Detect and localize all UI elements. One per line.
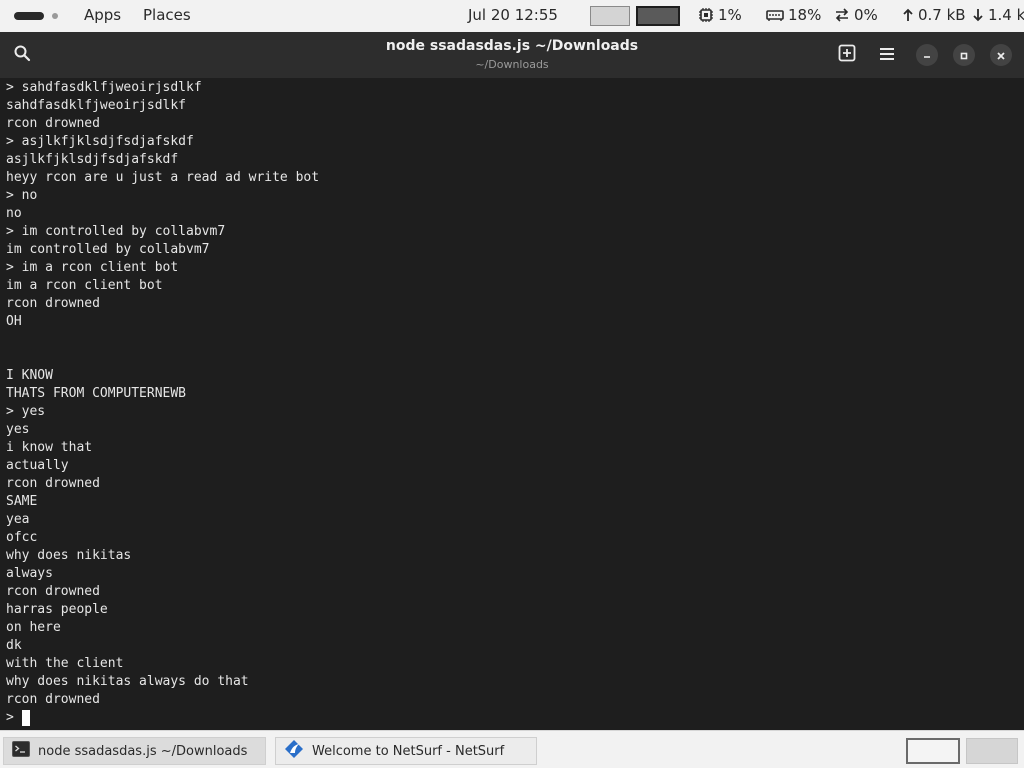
- terminal-output[interactable]: > sahdfasdklfjweoirjsdlkf sahdfasdklfjweo…: [0, 78, 1024, 730]
- places-menu[interactable]: Places: [143, 6, 191, 24]
- memory-monitor[interactable]: 18%: [766, 6, 821, 24]
- terminal-headerbar: node ssadasdas.js ~/Downloads ~/Download…: [0, 32, 1024, 78]
- taskbar-item-netsurf[interactable]: Welcome to NetSurf - NetSurf: [275, 737, 537, 765]
- terminal-line: > im a rcon client bot: [6, 260, 179, 275]
- window-subtitle: ~/Downloads: [475, 58, 549, 71]
- terminal-text: > sahdfasdklfjweoirjsdlkf sahdfasdklfjweo…: [6, 79, 319, 727]
- activities-indicator[interactable]: [14, 12, 58, 20]
- netsurf-icon: [284, 739, 304, 763]
- terminal-line: with the client: [6, 656, 124, 671]
- terminal-line: asjlkfjklsdjfsdjafskdf: [6, 152, 179, 167]
- terminal-line: SAME: [6, 494, 38, 509]
- terminal-line: heyy rcon are u just a read ad write bot: [6, 170, 320, 185]
- cpu-icon: [698, 7, 714, 23]
- terminal-line: > im controlled by collabvm7: [6, 224, 226, 239]
- bottom-taskbar: node ssadasdas.js ~/Downloads Welcome to…: [0, 730, 1024, 768]
- workspace-pager-1[interactable]: [906, 738, 960, 764]
- workspace-dot: [52, 13, 58, 19]
- arrow-up-icon: [902, 7, 914, 23]
- download-value: 1.4 kB: [988, 6, 1024, 24]
- terminal-line: actually: [6, 458, 69, 473]
- new-tab-button[interactable]: [836, 44, 858, 66]
- terminal-line: > no: [6, 188, 38, 203]
- swap-monitor[interactable]: 0%: [834, 6, 878, 24]
- terminal-line: yea: [6, 512, 30, 527]
- terminal-line: > asjlkfjklsdjfsdjafskdf: [6, 134, 194, 149]
- terminal-line: OH: [6, 314, 22, 329]
- minimize-icon: [922, 46, 932, 65]
- cpu-value: 1%: [718, 6, 742, 24]
- new-tab-icon: [838, 44, 856, 66]
- apps-menu[interactable]: Apps: [84, 6, 121, 24]
- terminal-line: rcon drowned: [6, 296, 100, 311]
- workspace-switcher-1[interactable]: [590, 6, 630, 26]
- upload-monitor[interactable]: 0.7 kB: [902, 6, 966, 24]
- terminal-line: > yes: [6, 404, 46, 419]
- terminal-line: > sahdfasdklfjweoirjsdlkf: [6, 80, 202, 95]
- maximize-button[interactable]: [953, 44, 975, 66]
- minimize-button[interactable]: [916, 44, 938, 66]
- maximize-icon: [959, 46, 969, 65]
- terminal-line: no: [6, 206, 22, 221]
- terminal-line: rcon drowned: [6, 692, 100, 707]
- terminal-line: why does nikitas always do that: [6, 674, 249, 689]
- prompt-line[interactable]: >: [6, 709, 319, 727]
- active-workspace-pill: [14, 12, 44, 20]
- upload-value: 0.7 kB: [918, 6, 966, 24]
- terminal-line: I KNOW: [6, 368, 53, 383]
- taskbar-item-label: node ssadasdas.js ~/Downloads: [38, 743, 248, 759]
- taskbar-item-label: Welcome to NetSurf - NetSurf: [312, 743, 505, 759]
- swap-arrows-icon: [834, 7, 850, 23]
- terminal-icon: [12, 740, 30, 762]
- terminal-line: rcon drowned: [6, 476, 100, 491]
- window-title: node ssadasdas.js ~/Downloads: [385, 38, 639, 54]
- hamburger-menu-button[interactable]: [876, 44, 898, 66]
- clock[interactable]: Jul 20 12:55: [468, 6, 558, 24]
- cpu-monitor[interactable]: 1%: [698, 6, 742, 24]
- arrow-down-icon: [972, 7, 984, 23]
- close-icon: [996, 46, 1006, 65]
- memory-icon: [766, 7, 784, 23]
- workspace-pager-2[interactable]: [966, 738, 1018, 764]
- terminal-line: im controlled by collabvm7: [6, 242, 210, 257]
- workspace-switcher-2[interactable]: [636, 6, 680, 26]
- top-panel: Apps Places Jul 20 12:55 1% 18% 0% 0.7 k…: [0, 0, 1024, 32]
- terminal-line: on here: [6, 620, 61, 635]
- terminal-line: always: [6, 566, 53, 581]
- terminal-line: harras people: [6, 602, 108, 617]
- terminal-line: ofcc: [6, 530, 38, 545]
- terminal-line: rcon drowned: [6, 584, 100, 599]
- terminal-line: THATS FROM COMPUTERNEWB: [6, 386, 187, 401]
- terminal-line: sahdfasdklfjweoirjsdlkf: [6, 98, 187, 113]
- taskbar-item-terminal[interactable]: node ssadasdas.js ~/Downloads: [3, 737, 266, 765]
- text-cursor: [21, 710, 30, 726]
- download-monitor[interactable]: 1.4 kB: [972, 6, 1024, 24]
- memory-value: 18%: [788, 6, 822, 24]
- terminal-line: yes: [6, 422, 30, 437]
- terminal-line: why does nikitas: [6, 548, 132, 563]
- terminal-line: dk: [6, 638, 22, 653]
- terminal-line: rcon drowned: [6, 116, 100, 131]
- swap-value: 0%: [854, 6, 878, 24]
- hamburger-icon: [879, 46, 895, 65]
- prompt-symbol: >: [6, 710, 14, 725]
- terminal-line: i know that: [6, 440, 93, 455]
- terminal-line: im a rcon client bot: [6, 278, 163, 293]
- close-button[interactable]: [990, 44, 1012, 66]
